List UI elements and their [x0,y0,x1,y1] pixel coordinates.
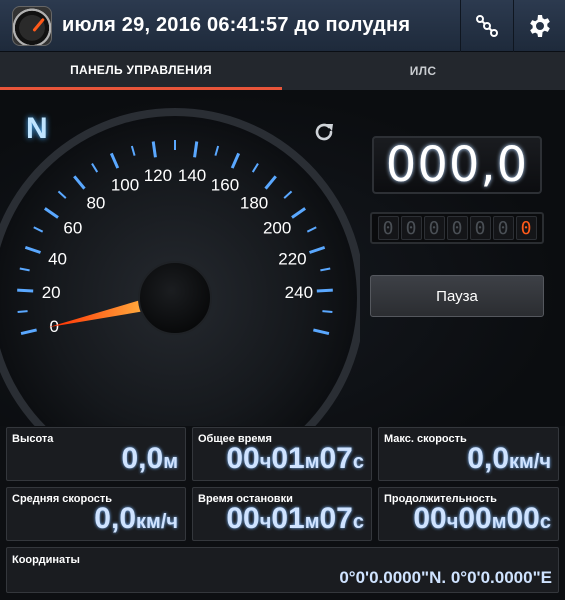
digital-speed-value: 000,0 [385,137,529,193]
tab-dashboard[interactable]: ПАНЕЛЬ УПРАВЛЕНИЯ [0,52,282,90]
gauge-tick-label: 20 [42,283,61,302]
odometer-digit: 0 [400,216,422,240]
compass-heading: N [26,112,48,145]
stat-duration: Продолжительность 00ч00м00с [378,487,559,541]
gear-icon [529,15,550,37]
stat-altitude: Высота 0,0м [6,427,186,481]
stat-value: 00ч01м07с [226,502,364,535]
gauge-tick-label: 160 [211,176,239,195]
gauge-tick-label: 140 [178,166,206,185]
gauge-tick-label: 240 [285,283,313,302]
gauge-tick-label: 200 [263,219,291,238]
coordinates-label: Координаты [12,554,80,566]
gauge-tick-label: 0 [49,317,58,336]
refresh-icon[interactable] [312,120,336,144]
stat-value: 0,0км/ч [94,502,178,535]
odometer-digit: 0 [423,216,445,240]
gauge-tick [17,310,28,313]
tab-bar: ПАНЕЛЬ УПРАВЛЕНИЯ ИЛС [0,52,565,90]
gauge-tick [316,288,333,293]
stat-label: Макс. скорость [384,433,467,445]
settings-button[interactable] [513,0,565,52]
stat-value: 00ч01м07с [226,442,364,475]
gauge-tick-label: 180 [240,193,268,212]
stat-value: 00ч00м00с [413,502,551,535]
link-button[interactable] [460,0,512,52]
stat-avg-speed: Средняя скорость 0,0км/ч [6,487,186,541]
odometer: 0 0 0 0 0 0 0 [370,212,544,244]
date-time: июля 29, 2016 06:41:57 до полудня [62,14,411,36]
gauge-tick [17,288,34,293]
odometer-digit: 0 [469,216,491,240]
link-icon [475,15,498,37]
pause-button[interactable]: Пауза [370,275,544,317]
gauge-tick-label: 120 [144,166,172,185]
speedometer-gauge: 0 20 40 6080 100 120 140 160180 200 220 240 [0,108,360,426]
odometer-digit: 0 [377,216,399,240]
coordinates-panel: Координаты 0°0'0.0000"N. 0°0'0.0000"E [6,547,559,593]
odometer-digit: 0 [492,216,514,240]
stat-value: 0,0м [121,442,178,475]
gauge-hub [138,261,212,335]
stat-stop-time: Время остановки 00ч01м07с [192,487,372,541]
gauge-tick [322,310,333,313]
stat-total-time: Общее время 00ч01м07с [192,427,372,481]
speedometer-app-icon [12,5,52,46]
odometer-digit: 0 [515,216,537,240]
gauge-tick-label: 100 [111,176,139,195]
tab-hud[interactable]: ИЛС [282,52,564,90]
top-bar: июля 29, 2016 06:41:57 до полудня [0,0,565,52]
digital-speed-display: 000,0 [372,136,542,194]
gauge-tick-label: 80 [86,193,105,212]
odometer-digit: 0 [446,216,468,240]
gauge-tick-label: 40 [48,249,67,268]
stat-value: 0,0км/ч [467,442,551,475]
gauge-tick-label: 60 [63,219,82,238]
coordinates-value: 0°0'0.0000"N. 0°0'0.0000"E [339,568,552,587]
gauge-tick-label: 220 [278,249,306,268]
stat-max-speed: Макс. скорость 0,0км/ч [378,427,559,481]
stat-label: Высота [12,433,54,445]
